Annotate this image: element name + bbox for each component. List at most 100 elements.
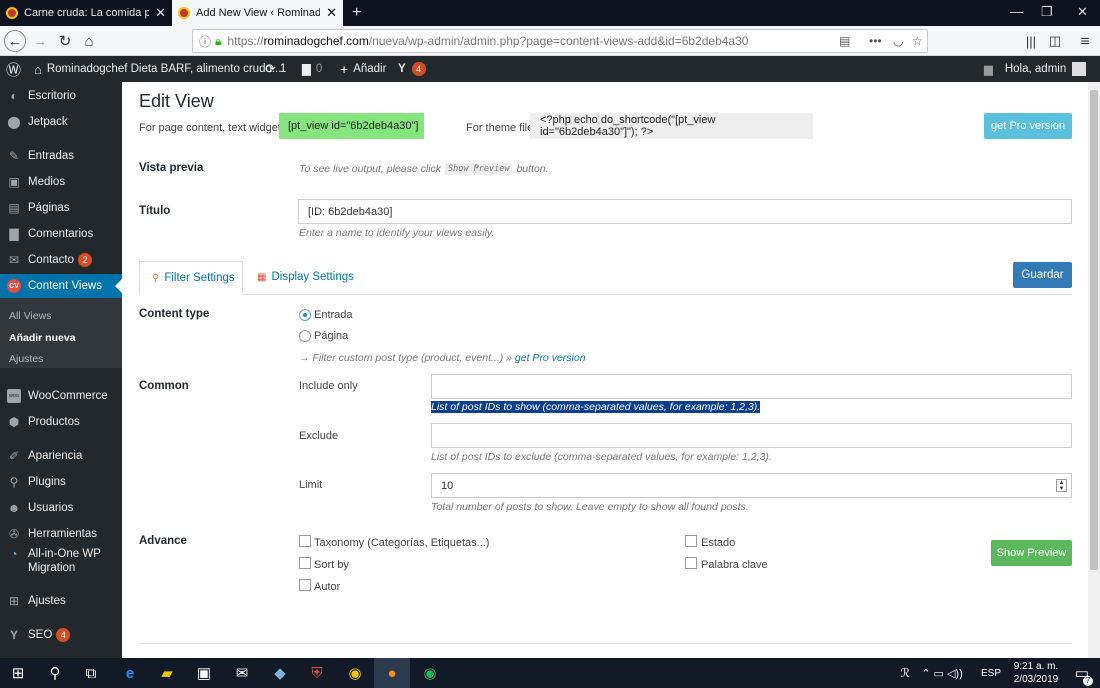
wordpress-logo-icon[interactable]: Ⓦ xyxy=(6,56,21,82)
page-title: Edit View xyxy=(139,91,214,111)
checkbox-palabra-clave[interactable] xyxy=(685,557,697,569)
close-tab-icon[interactable]: ✕ xyxy=(320,5,337,21)
scrollbar-thumb[interactable] xyxy=(1090,90,1098,570)
browser-tab-active[interactable]: Add New View ‹ Rominadogch ✕ xyxy=(172,0,343,26)
advance-label: Advance xyxy=(139,535,187,547)
search-icon[interactable]: ⚲ xyxy=(37,658,73,688)
add-new-link[interactable]: + Añadir xyxy=(340,56,386,82)
chrome-icon[interactable]: ◉ xyxy=(337,658,373,688)
menu-item-productos[interactable]: ⬢ Productos xyxy=(0,414,122,430)
mail-icon[interactable]: ✉ xyxy=(224,658,260,688)
get-pro-link[interactable]: get Pro version xyxy=(515,352,586,364)
my-account-link[interactable]: ▆ Hola, admin xyxy=(984,56,1087,82)
windows-start-icon[interactable]: ⊞ xyxy=(0,658,36,688)
box-icon: ⬢ xyxy=(8,415,20,429)
library-icon[interactable]: ||| xyxy=(1020,30,1042,52)
restore-icon[interactable]: ❐ xyxy=(1041,4,1053,20)
menu-item-comentarios[interactable]: ▇ Comentarios xyxy=(0,226,122,242)
include-input[interactable] xyxy=(431,374,1072,399)
forward-arrow-icon[interactable]: → xyxy=(29,30,51,52)
reload-icon[interactable]: ↻ xyxy=(54,30,76,52)
yoast-link[interactable]: Y 4 xyxy=(398,56,426,82)
comments-link[interactable]: ▇ 0 xyxy=(302,56,322,82)
sidebar-icon[interactable]: ◫ xyxy=(1044,30,1066,52)
firefox-icon[interactable]: ● xyxy=(374,658,410,688)
menu-item-paginas[interactable]: ▤ Páginas xyxy=(0,200,122,216)
get-pro-button[interactable]: get Pro version xyxy=(984,113,1072,139)
menu-item-usuarios[interactable]: ☻ Usuarios xyxy=(0,500,122,516)
pocket-icon[interactable]: ◡ xyxy=(893,34,903,48)
shortcode-box[interactable]: [pt_view id="6b2deb4a30"] xyxy=(279,113,424,139)
url-bar[interactable]: ⓘ 🔒︎ https:// rominadogchef.com /nueva/w… xyxy=(192,29,928,53)
save-button[interactable]: Guardar xyxy=(1013,262,1072,288)
menu-label: Jetpack xyxy=(28,116,68,128)
site-name-link[interactable]: ⌂ Rominadogchef Dieta BARF, alimento cru… xyxy=(34,56,281,82)
bookmark-star-icon[interactable]: ☆ xyxy=(912,34,923,48)
menu-item-content-views[interactable]: CV Content Views xyxy=(0,274,122,298)
minimize-icon[interactable]: — xyxy=(1010,4,1023,19)
clock[interactable]: 9:21 a. m. 2/03/2019 xyxy=(1008,660,1064,686)
radio-entrada[interactable] xyxy=(299,309,311,321)
shield-app-icon[interactable]: ⛨ xyxy=(299,658,335,688)
notifications-icon[interactable]: ▭ 7 xyxy=(1064,658,1100,688)
checkbox-autor[interactable] xyxy=(299,579,311,591)
back-arrow-icon[interactable]: ← xyxy=(4,30,26,52)
theme-code-box[interactable]: <?php echo do_shortcode("[pt_view id="6b… xyxy=(530,113,813,139)
task-view-icon[interactable]: ⧉ xyxy=(73,658,109,688)
edge-icon[interactable]: e xyxy=(112,658,148,688)
limit-input[interactable]: 10 ▲ ▼ xyxy=(431,473,1072,498)
exclude-input[interactable] xyxy=(431,423,1072,448)
menu-label: Content Views xyxy=(28,280,102,292)
title-hint: Enter a name to identify your views easi… xyxy=(299,227,495,239)
window-close-icon[interactable]: ✕ xyxy=(1077,4,1088,20)
checkbox-sort-by[interactable] xyxy=(299,557,311,569)
menu-item-escritorio[interactable]: ◐ Escritorio xyxy=(0,88,122,104)
home-icon[interactable]: ⌂ xyxy=(78,30,100,52)
more-actions-icon[interactable]: ••• xyxy=(869,34,882,48)
info-icon[interactable]: ⓘ xyxy=(199,33,211,50)
language-indicator[interactable]: ESP xyxy=(973,658,1009,688)
exclude-label: Exclude xyxy=(299,430,339,442)
menu-label: Apariencia xyxy=(28,450,83,462)
reader-view-icon[interactable]: ▤ xyxy=(839,34,850,48)
checkbox-estado[interactable] xyxy=(685,535,697,547)
menu-item-ajustes[interactable]: ⊞ Ajustes xyxy=(0,593,122,609)
yoast-icon: Y xyxy=(398,63,406,75)
submenu-all-views[interactable]: All Views xyxy=(9,310,51,322)
stepper-icon[interactable]: ▲ ▼ xyxy=(1056,479,1067,492)
menu-item-seo[interactable]: Y SEO 4 xyxy=(0,627,122,643)
new-tab-button[interactable]: + xyxy=(346,0,366,26)
menu-item-contacto[interactable]: ✉ Contacto 2 xyxy=(0,252,122,268)
comment-icon: ▇ xyxy=(9,227,19,241)
spotify-icon[interactable]: ◉ xyxy=(412,658,448,688)
tab-filter-settings[interactable]: ⚲ Filter Settings xyxy=(139,261,243,295)
contact-badge: 2 xyxy=(78,253,93,267)
menu-item-medios[interactable]: ▣ Medios xyxy=(0,174,122,190)
radio-pagina[interactable] xyxy=(299,330,311,342)
updates-link[interactable]: ⟳ 1 xyxy=(265,56,286,82)
checkbox-taxonomy[interactable] xyxy=(299,535,311,547)
show-preview-button[interactable]: Show Preview xyxy=(991,540,1072,566)
tab-title: Add New View ‹ Rominadogch xyxy=(196,7,321,19)
menu-item-entradas[interactable]: ✎ Entradas xyxy=(0,148,122,164)
submenu-settings[interactable]: Ajustes xyxy=(9,353,43,365)
plus-icon: + xyxy=(340,61,349,77)
store-icon[interactable]: ▣ xyxy=(186,658,222,688)
menu-icon[interactable]: ≡ xyxy=(1074,30,1096,52)
close-tab-icon[interactable]: ✕ xyxy=(149,5,166,21)
submenu-add-new[interactable]: Añadir nueva xyxy=(9,332,76,344)
menu-item-apariencia[interactable]: ✐ Apariencia xyxy=(0,448,122,464)
menu-item-all-in-one-migration[interactable]: ◔ All-in-One WP Migration xyxy=(0,547,122,579)
app-icon[interactable]: ◆ xyxy=(262,658,298,688)
file-explorer-icon[interactable]: ▰ xyxy=(149,658,185,688)
menu-item-woocommerce[interactable]: woo WooCommerce xyxy=(0,388,122,404)
system-tray-icons[interactable]: ⌃ ▭ ◁)) xyxy=(914,658,970,688)
menu-item-herramientas[interactable]: ✇ Herramientas xyxy=(0,526,122,542)
menu-item-plugins[interactable]: ⚲ Plugins xyxy=(0,474,122,490)
page-scrollbar[interactable] xyxy=(1088,82,1100,658)
title-input[interactable]: [ID: 6b2deb4a30] xyxy=(298,199,1072,224)
tab-display-settings[interactable]: ▦ Display Settings xyxy=(257,271,354,283)
browser-tab-inactive[interactable]: Carne cruda: La comida para "r ✕ xyxy=(0,0,172,26)
clock-date: 2/03/2019 xyxy=(1013,674,1059,685)
menu-item-jetpack[interactable]: ⬤ Jetpack xyxy=(0,114,122,130)
